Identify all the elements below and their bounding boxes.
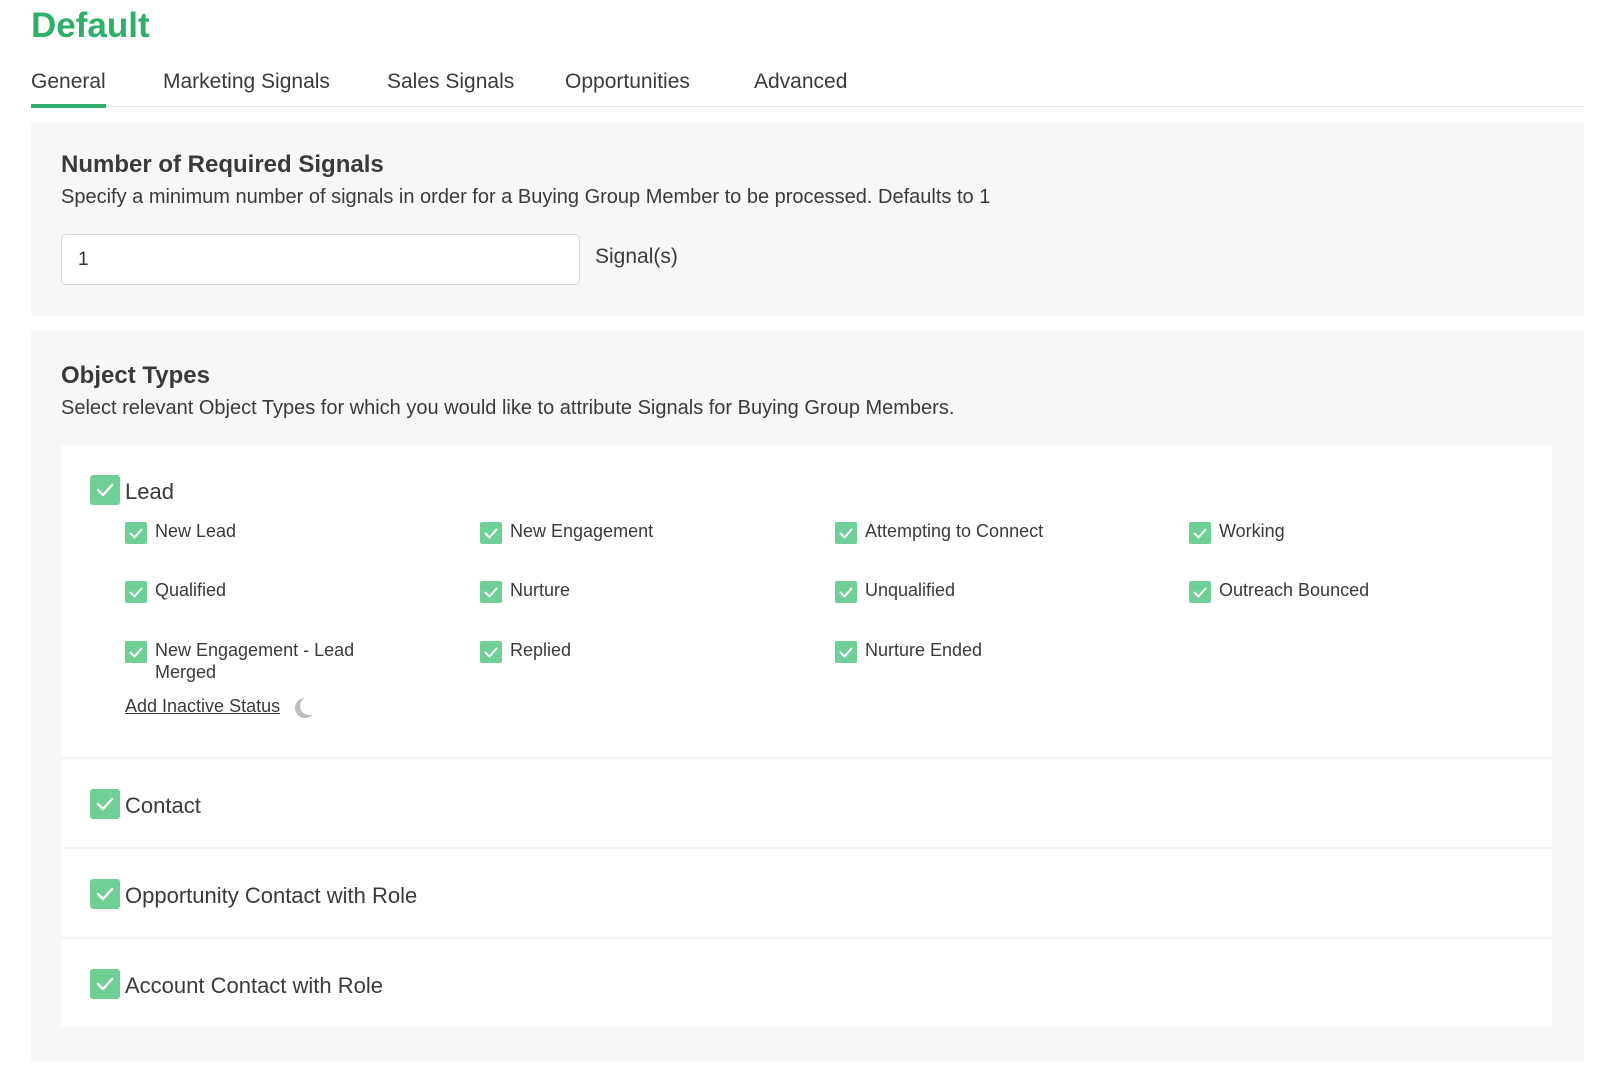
status-checkbox[interactable] [125, 522, 147, 544]
check-icon [129, 647, 143, 657]
status-label: Unqualified [865, 580, 956, 600]
check-icon [129, 587, 143, 597]
tab-sales-signals[interactable]: Sales Signals [387, 70, 514, 104]
status-checkbox[interactable] [835, 522, 857, 544]
add-inactive-status-link[interactable]: Add Inactive Status [125, 696, 280, 717]
status-label: Replied [510, 640, 572, 660]
status-label: Working [1219, 521, 1285, 541]
check-icon [484, 647, 498, 657]
tab-advanced[interactable]: Advanced [754, 70, 847, 104]
status-checkbox[interactable] [125, 581, 147, 603]
status-checkbox[interactable] [480, 522, 502, 544]
status-label: New Engagement [510, 521, 654, 541]
required-signals-description: Specify a minimum number of signals in o… [61, 186, 991, 208]
status-label: Nurture [510, 580, 571, 600]
required-signals-panel: Number of Required Signals Specify a min… [31, 123, 1584, 316]
lead-label: Lead [125, 479, 174, 504]
check-icon [839, 647, 853, 657]
account-contact-checkbox[interactable] [90, 969, 120, 999]
required-signals-title: Number of Required Signals [61, 151, 384, 178]
tab-marketing-signals[interactable]: Marketing Signals [163, 70, 330, 104]
contact-checkbox[interactable] [90, 789, 120, 819]
tab-general[interactable]: General [31, 70, 106, 108]
check-icon [484, 587, 498, 597]
check-icon [1193, 587, 1207, 597]
status-checkbox[interactable] [1189, 522, 1211, 544]
check-icon [1193, 528, 1207, 538]
check-icon [96, 483, 114, 497]
opportunity-contact-label: Opportunity Contact with Role [125, 883, 418, 908]
tab-opportunities[interactable]: Opportunities [565, 70, 690, 104]
required-signals-input[interactable] [61, 234, 580, 285]
page-title: Default [31, 6, 150, 45]
status-label: Attempting to Connect [865, 521, 1044, 541]
object-types-description: Select relevant Object Types for which y… [61, 397, 955, 419]
status-checkbox[interactable] [835, 581, 857, 603]
check-icon [96, 887, 114, 901]
lead-card: Lead New Lead New Engagement Attempting … [61, 446, 1552, 757]
status-label: Nurture Ended [865, 640, 983, 660]
check-icon [839, 587, 853, 597]
status-checkbox[interactable] [125, 641, 147, 663]
signals-unit-label: Signal(s) [595, 245, 678, 268]
opportunity-contact-card: Opportunity Contact with Role [61, 847, 1552, 937]
check-icon [96, 797, 114, 811]
opportunity-contact-checkbox[interactable] [90, 879, 120, 909]
moon-icon [291, 696, 315, 720]
tab-bar: General Marketing Signals Sales Signals … [31, 60, 1584, 108]
status-label: Outreach Bounced [1219, 580, 1370, 600]
status-checkbox[interactable] [835, 641, 857, 663]
contact-card: Contact [61, 757, 1552, 847]
lead-checkbox[interactable] [90, 475, 120, 505]
check-icon [129, 528, 143, 538]
status-label: Qualified [155, 580, 227, 600]
status-checkbox[interactable] [480, 641, 502, 663]
check-icon [839, 528, 853, 538]
account-contact-card: Account Contact with Role [61, 937, 1552, 1027]
contact-label: Contact [125, 793, 201, 818]
object-types-title: Object Types [61, 362, 210, 389]
status-checkbox[interactable] [1189, 581, 1211, 603]
status-label: New Lead [155, 521, 237, 541]
status-label: New Engagement - Lead Merged [155, 640, 355, 682]
check-icon [484, 528, 498, 538]
check-icon [96, 977, 114, 991]
object-types-panel: Object Types Select relevant Object Type… [31, 331, 1584, 1061]
status-checkbox[interactable] [480, 581, 502, 603]
account-contact-label: Account Contact with Role [125, 973, 384, 998]
